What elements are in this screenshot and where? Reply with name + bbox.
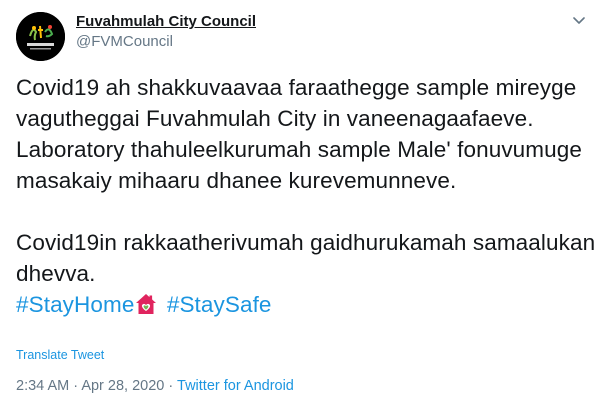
- tweet-paragraph-2: Covid19in rakkaatherivumah gaidhurukamah…: [16, 227, 601, 320]
- account-name[interactable]: Fuvahmulah City Council: [76, 13, 256, 30]
- tweet-card: Fuvahmulah City Council @FVMCouncil Covi…: [0, 0, 608, 407]
- account-handle[interactable]: @FVMCouncil: [76, 33, 173, 50]
- council-logo-icon: [16, 12, 65, 61]
- tweet-date[interactable]: Apr 28, 2020: [81, 378, 164, 394]
- meta-separator-2: ·: [168, 378, 174, 394]
- tweet-metadata: 2:34 AM · Apr 28, 2020 · Twitter for And…: [16, 378, 294, 394]
- meta-separator: ·: [73, 378, 79, 394]
- hashtag-staysafe[interactable]: #StaySafe: [167, 292, 272, 317]
- more-options-chevron-down-icon[interactable]: [570, 12, 588, 30]
- translate-tweet-link[interactable]: Translate Tweet: [16, 348, 104, 362]
- tweet-paragraph-1: Covid19 ah shakkuvaavaa faraathegge samp…: [16, 75, 582, 193]
- tweet-source-link[interactable]: Twitter for Android: [177, 378, 294, 394]
- hashtag-stayhome[interactable]: #StayHome: [16, 292, 134, 317]
- tweet-paragraph-2-text: Covid19in rakkaatherivumah gaidhurukamah…: [16, 230, 596, 286]
- tweet-time[interactable]: 2:34 AM: [16, 378, 69, 394]
- house-with-heart-icon: [136, 294, 157, 314]
- account-avatar[interactable]: [16, 12, 65, 61]
- tweet-text: Covid19 ah shakkuvaavaa faraathegge samp…: [16, 72, 601, 320]
